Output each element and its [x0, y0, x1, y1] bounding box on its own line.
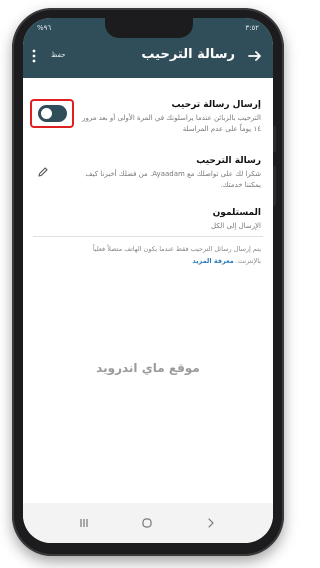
- app-bar: حفظ رسالة الترحيب: [23, 43, 273, 73]
- phone-screen: %٩٦ ٣:٥٢ حفظ رسالة الترحيب إرسال رسالة ت…: [23, 18, 273, 543]
- toggle-highlight: [30, 99, 74, 128]
- page-title: رسالة الترحيب: [141, 47, 235, 62]
- watermark-text: موقع ماي اندرويد: [96, 361, 200, 375]
- greeting-message-title: رسالة الترحيب: [196, 156, 261, 166]
- status-time: ٣:٥٢: [245, 24, 259, 32]
- recipients-subtitle: الإرسال إلى الكل: [210, 222, 261, 230]
- greeting-message-subtitle-line1: شكرا لك على تواصلك مع Ayaadam. من فضلك أ…: [85, 170, 261, 178]
- save-button[interactable]: حفظ: [51, 51, 66, 59]
- info-text-line2: بالإنترنت.: [235, 257, 261, 265]
- nav-back-icon[interactable]: [205, 517, 217, 529]
- toggle-knob: [41, 108, 52, 119]
- info-text-line2-wrap: بالإنترنت. معرفة المزيد: [192, 256, 261, 267]
- pencil-icon[interactable]: [37, 166, 49, 178]
- camera-notch: [105, 18, 193, 38]
- send-greeting-title: إرسال رسالة ترحيب: [171, 100, 262, 110]
- recipients-title: المستلمون: [212, 208, 261, 218]
- status-system-indicators: %٩٦: [37, 24, 52, 32]
- info-text-line1: يتم إرسال رسائل الترحيب فقط عندما يكون ا…: [92, 245, 261, 253]
- system-nav-bar: [23, 503, 273, 543]
- divider: [33, 236, 263, 237]
- greeting-message-subtitle-line2: يمكننا خدمتك.: [220, 181, 261, 189]
- send-greeting-subtitle-line2: ١٤ يوماً على عدم المراسلة: [182, 125, 261, 133]
- recent-apps-icon[interactable]: [78, 517, 90, 529]
- send-greeting-subtitle-line1: الترحيب بالزبائن عندما يراسلونك في المرة…: [82, 114, 261, 122]
- send-greeting-toggle[interactable]: [38, 105, 67, 122]
- more-vertical-icon[interactable]: [31, 49, 37, 63]
- arrow-right-icon[interactable]: [247, 48, 263, 64]
- home-icon[interactable]: [141, 517, 153, 529]
- learn-more-link[interactable]: معرفة المزيد: [192, 257, 233, 265]
